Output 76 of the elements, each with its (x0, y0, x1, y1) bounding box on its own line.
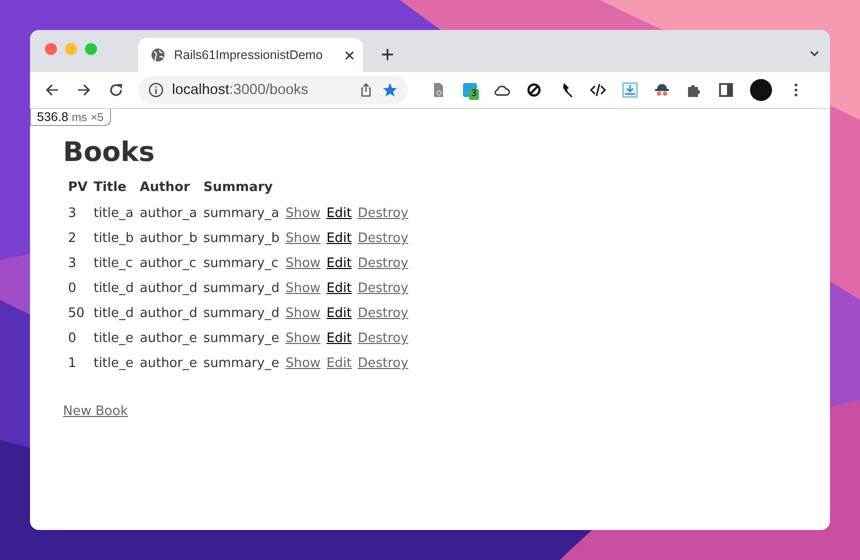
close-icon[interactable] (344, 50, 355, 60)
star-icon[interactable] (382, 82, 398, 98)
column-header: Summary (203, 179, 274, 197)
info-icon[interactable] (148, 82, 164, 98)
table-cell-text: author_d (140, 305, 198, 323)
chevron-down-icon[interactable] (809, 48, 820, 59)
new-tab-icon[interactable] (381, 48, 394, 61)
table-cell-text: summary_a (203, 205, 280, 223)
code-icon[interactable] (590, 82, 606, 98)
table-cell-text: title_a (94, 205, 134, 223)
table-cell-text: summary_e (203, 330, 280, 348)
destroy-link[interactable]: Destroy (358, 256, 408, 271)
edit-link[interactable]: Edit (326, 231, 352, 246)
new-book-link[interactable]: New Book (63, 404, 128, 419)
table-cell-text: author_e (140, 330, 198, 348)
notification-badge: 3 (469, 89, 479, 100)
show-link[interactable]: Show (285, 206, 321, 221)
destroy-link[interactable]: Destroy (358, 206, 408, 221)
address-bar[interactable]: localhost:3000/books (138, 76, 408, 104)
back-icon[interactable] (44, 82, 60, 98)
table-cell-text: 0 (68, 280, 78, 298)
table-cell-text: title_e (94, 355, 134, 373)
table-cell-text: author_c (140, 255, 198, 273)
column-header: PV (68, 179, 88, 197)
table-cell-text: 50 (68, 305, 86, 323)
show-link[interactable]: Show (285, 356, 321, 371)
side-panel-icon[interactable] (718, 82, 734, 98)
avatar-icon[interactable] (750, 79, 772, 101)
destroy-link[interactable]: Destroy (358, 306, 408, 321)
table-cell-text: 2 (68, 230, 78, 248)
table-cell-text: summary_b (203, 230, 280, 248)
forward-icon[interactable] (76, 82, 92, 98)
globe-icon (150, 47, 166, 63)
destroy-link[interactable]: Destroy (358, 281, 408, 296)
show-link[interactable]: Show (285, 281, 321, 296)
column-header: Author (140, 179, 191, 197)
table-cell-text: author_d (140, 280, 198, 298)
table-cell-text: title_e (94, 330, 134, 348)
block-icon[interactable] (526, 82, 542, 98)
table-cell-text: 3 (68, 205, 78, 223)
edit-link[interactable]: Edit (326, 206, 352, 221)
table-cell-text: summary_d (203, 280, 280, 298)
show-link[interactable]: Show (285, 331, 321, 346)
timing-badge[interactable]: 536.8 ms ×5 (30, 109, 111, 126)
edit-link[interactable]: Edit (326, 331, 352, 346)
column-header: Title (94, 179, 128, 197)
table-cell-text: 3 (68, 255, 78, 273)
table-cell-text: 0 (68, 330, 78, 348)
show-link[interactable]: Show (285, 256, 321, 271)
spy-icon[interactable] (654, 82, 670, 98)
destroy-link[interactable]: Destroy (358, 231, 408, 246)
table-cell-text: author_a (140, 205, 198, 223)
table-cell-text: title_d (94, 280, 134, 298)
table-cell-text: title_c (94, 255, 134, 273)
destroy-link[interactable]: Destroy (358, 356, 408, 371)
table-cell-text: author_e (140, 355, 198, 373)
show-link[interactable]: Show (285, 306, 321, 321)
table-cell-text: summary_e (203, 355, 280, 373)
show-link[interactable]: Show (285, 231, 321, 246)
edit-link[interactable]: Edit (326, 306, 352, 321)
edit-link[interactable]: Edit (326, 256, 352, 271)
table-cell-text: summary_c (203, 255, 280, 273)
table-cell-text: 1 (68, 355, 78, 373)
table-cell-text: summary_d (203, 305, 280, 323)
table-cell-text: title_b (94, 230, 134, 248)
puzzle-icon[interactable] (686, 82, 702, 98)
edit-link[interactable]: Edit (326, 281, 352, 296)
table-cell-text: title_d (94, 305, 134, 323)
download-icon[interactable] (622, 82, 638, 98)
destroy-link[interactable]: Destroy (358, 331, 408, 346)
page-heading: Books (63, 137, 156, 168)
edit-link[interactable]: Edit (326, 356, 352, 371)
reload-icon[interactable] (108, 82, 124, 98)
browser-tab[interactable]: Rails61ImpressionistDemo (138, 38, 363, 72)
table-cell-text: author_b (140, 230, 198, 248)
url-text: localhost:3000/books (172, 82, 308, 98)
